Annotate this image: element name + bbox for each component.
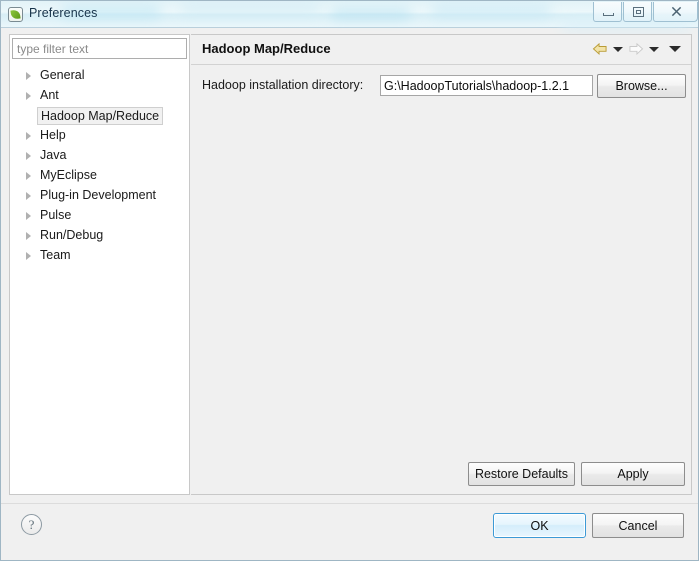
expand-arrow-icon[interactable] (26, 192, 31, 200)
aero-blur-decoration (331, 9, 411, 19)
restore-defaults-button[interactable]: Restore Defaults (468, 462, 575, 486)
help-icon[interactable]: ? (21, 514, 42, 535)
sidebar-item-label: Hadoop Map/Reduce (37, 106, 164, 125)
apply-button[interactable]: Apply (581, 462, 685, 486)
expand-arrow-icon[interactable] (26, 92, 31, 100)
forward-arrow-icon (629, 42, 644, 55)
preferences-dialog: Preferences General Ant (0, 0, 699, 561)
maximize-button[interactable] (623, 2, 652, 22)
sidebar-item-general[interactable]: General (10, 65, 189, 85)
sidebar-item-label: MyEclipse (40, 168, 97, 182)
hadoop-install-dir-row: Hadoop installation directory: Browse... (191, 74, 691, 99)
preference-page-hadoop-map-reduce: Hadoop Map/Reduce Hadoop installation di… (191, 34, 692, 495)
preferences-tree: General Ant Hadoop Map/Reduce Help Java … (10, 65, 189, 494)
browse-button[interactable]: Browse... (597, 74, 686, 98)
maximize-icon (633, 7, 644, 17)
expand-arrow-icon[interactable] (26, 72, 31, 80)
preferences-tree-panel: General Ant Hadoop Map/Reduce Help Java … (9, 34, 190, 495)
aero-blur-decoration (431, 4, 551, 18)
window-controls (592, 2, 698, 23)
expand-arrow-icon[interactable] (26, 212, 31, 220)
sidebar-item-hadoop-map-reduce[interactable]: Hadoop Map/Reduce (10, 105, 189, 125)
ok-button[interactable]: OK (493, 513, 586, 538)
cancel-button[interactable]: Cancel (592, 513, 684, 538)
sidebar-item-label: Team (40, 248, 71, 262)
hadoop-install-dir-input[interactable] (380, 75, 593, 96)
sidebar-item-java[interactable]: Java (10, 145, 189, 165)
sidebar-item-help[interactable]: Help (10, 125, 189, 145)
sidebar-item-label: Java (40, 148, 67, 162)
sidebar-item-label: General (40, 68, 85, 82)
minimize-button[interactable] (593, 2, 622, 22)
page-action-buttons: Restore Defaults Apply (191, 462, 691, 486)
forward-history-chevron-down-icon[interactable] (649, 46, 659, 52)
sidebar-item-label: Help (40, 128, 66, 142)
sidebar-item-label: Plug-in Development (40, 188, 157, 202)
window-title: Preferences (29, 6, 98, 20)
page-navigation-toolbar (592, 42, 683, 56)
myeclipse-leaf-icon (8, 7, 23, 22)
hadoop-install-dir-label: Hadoop installation directory: (202, 78, 364, 92)
sidebar-item-team[interactable]: Team (10, 245, 189, 265)
back-history-chevron-down-icon[interactable] (613, 46, 623, 52)
title-bar: Preferences (1, 1, 698, 33)
close-button[interactable] (653, 2, 698, 22)
minimize-icon (603, 13, 614, 16)
sidebar-item-label: Ant (40, 88, 59, 102)
page-menu-chevron-down-icon[interactable] (669, 46, 681, 52)
filter-input[interactable] (12, 38, 187, 59)
page-title: Hadoop Map/Reduce (202, 41, 331, 56)
expand-arrow-icon[interactable] (26, 252, 31, 260)
sidebar-item-label: Run/Debug (40, 228, 104, 242)
aero-blur-decoration (181, 3, 321, 15)
sidebar-item-label: Pulse (40, 208, 72, 222)
sidebar-item-myeclipse[interactable]: MyEclipse (10, 165, 189, 185)
sidebar-item-ant[interactable]: Ant (10, 85, 189, 105)
sidebar-item-plug-in-development[interactable]: Plug-in Development (10, 185, 189, 205)
sidebar-item-run-debug[interactable]: Run/Debug (10, 225, 189, 245)
leaf-shape (10, 9, 21, 20)
back-arrow-icon[interactable] (592, 42, 608, 56)
sidebar-item-pulse[interactable]: Pulse (10, 205, 189, 225)
close-icon (671, 6, 682, 17)
page-header: Hadoop Map/Reduce (191, 35, 691, 65)
expand-arrow-icon[interactable] (26, 232, 31, 240)
expand-arrow-icon[interactable] (26, 132, 31, 140)
expand-arrow-icon[interactable] (26, 172, 31, 180)
expand-arrow-icon[interactable] (26, 152, 31, 160)
